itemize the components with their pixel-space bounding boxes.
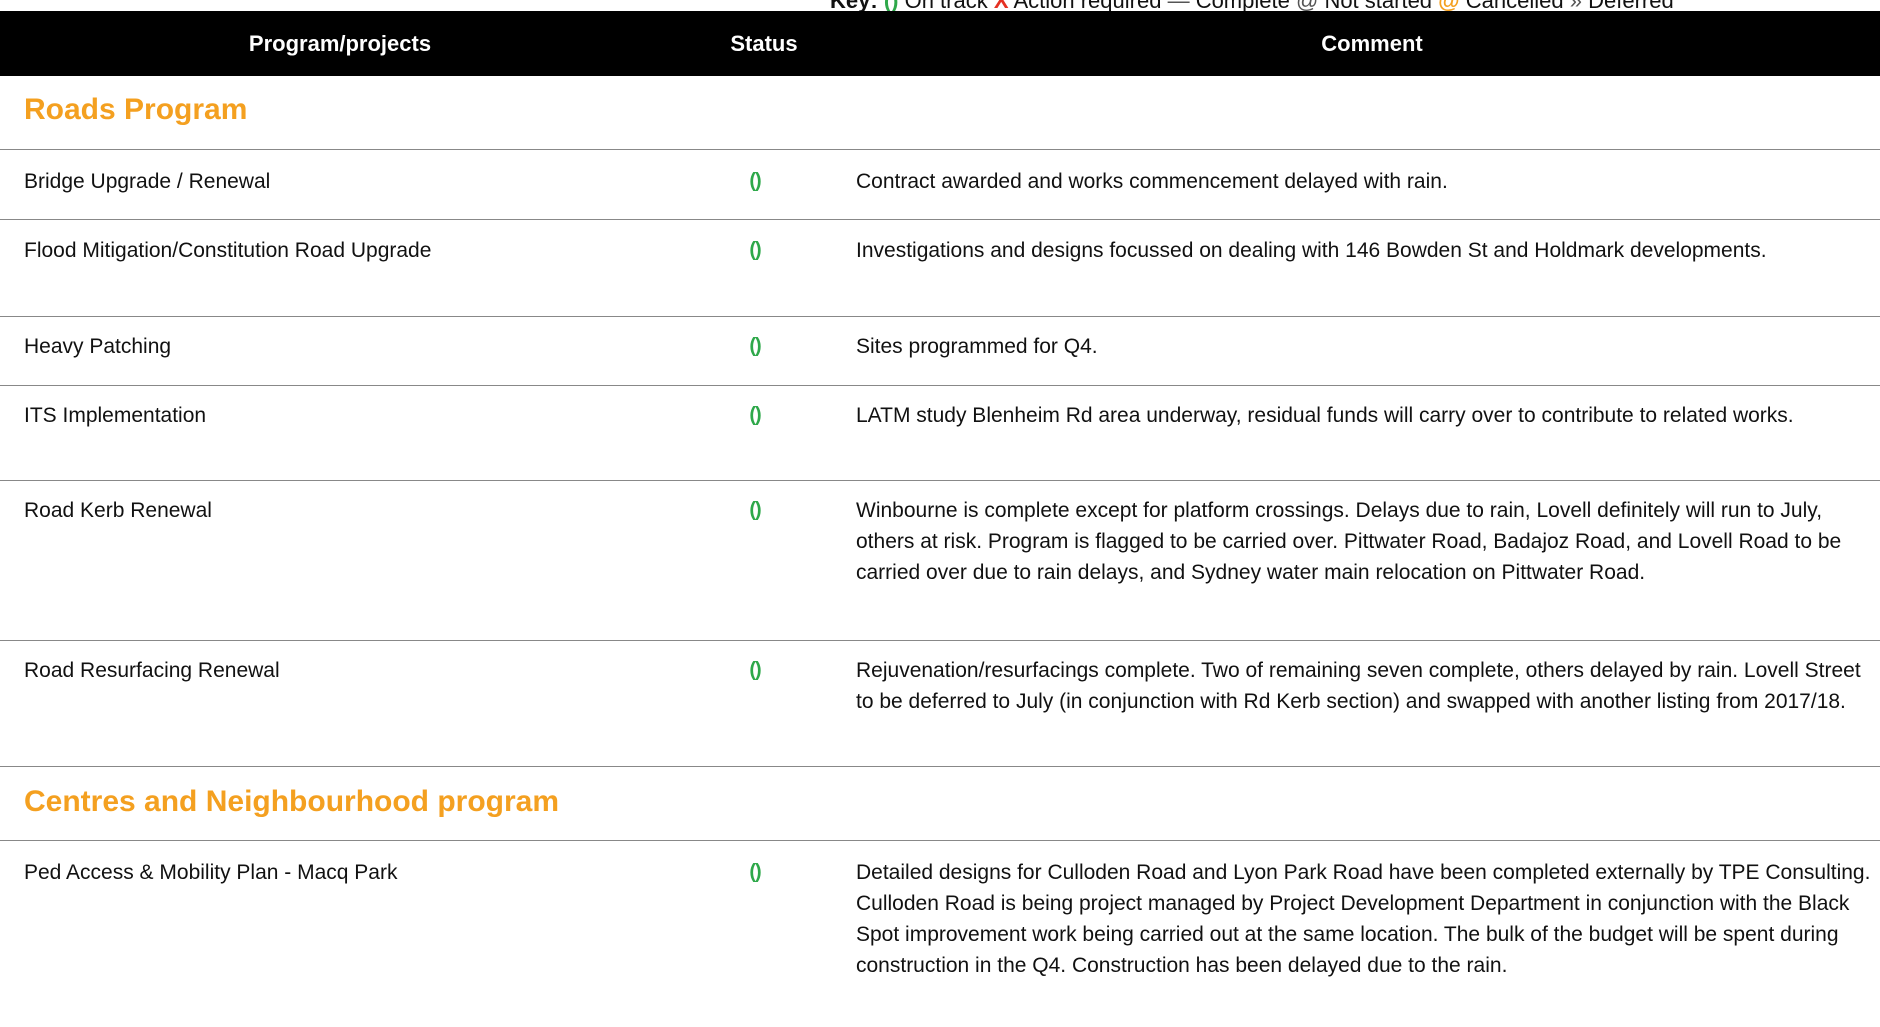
project-comment: Detailed designs for Culloden Road and L… xyxy=(856,861,1871,977)
divider xyxy=(0,840,1880,841)
on-track-icon: () xyxy=(749,659,761,681)
header-status: Status xyxy=(730,31,798,56)
not-started-icon: @ xyxy=(1296,0,1318,11)
key-deferred-label: Deferred xyxy=(1588,0,1674,11)
project-comment: Rejuvenation/resurfacings complete. Two … xyxy=(856,659,1861,713)
table-header: Program/projects Status Comment xyxy=(0,11,1880,76)
project-comment: LATM study Blenheim Rd area underway, re… xyxy=(856,404,1794,427)
project-name: Road Kerb Renewal xyxy=(24,499,212,522)
project-comment: Contract awarded and works commencement … xyxy=(856,170,1448,193)
on-track-icon: () xyxy=(884,0,899,11)
header-program: Program/projects xyxy=(248,31,432,56)
section-title-roads: Roads Program xyxy=(24,93,248,126)
divider xyxy=(0,640,1880,641)
project-name: Bridge Upgrade / Renewal xyxy=(24,170,271,193)
divider xyxy=(0,219,1880,220)
deferred-icon: » xyxy=(1570,0,1582,11)
divider xyxy=(0,766,1880,767)
complete-icon: — xyxy=(1168,0,1190,11)
header-comment: Comment xyxy=(1321,31,1423,56)
key-action-label: Action required xyxy=(1013,0,1161,11)
key-cancelled-label: Cancelled xyxy=(1466,0,1564,11)
cancelled-icon: @ xyxy=(1438,0,1459,11)
status-report-page: Key: () On track X Action required — Com… xyxy=(0,0,1880,1027)
project-name: Road Resurfacing Renewal xyxy=(24,659,280,682)
key-not-started-label: Not started xyxy=(1324,0,1432,11)
status-key-legend: Key: () On track X Action required — Com… xyxy=(830,0,1880,11)
project-name: Flood Mitigation/Constitution Road Upgra… xyxy=(24,239,432,262)
on-track-icon: () xyxy=(749,499,761,521)
key-on-track-label: On track xyxy=(905,0,988,11)
project-comment: Investigations and designs focussed on d… xyxy=(856,239,1767,262)
on-track-icon: () xyxy=(749,239,761,261)
key-complete-label: Complete xyxy=(1196,0,1290,11)
project-name: Ped Access & Mobility Plan - Macq Park xyxy=(24,861,398,884)
project-name: ITS Implementation xyxy=(24,404,207,427)
project-comment: Winbourne is complete except for platfor… xyxy=(856,499,1842,584)
divider xyxy=(0,480,1880,481)
on-track-icon: () xyxy=(749,404,761,426)
on-track-icon: () xyxy=(749,335,761,357)
action-required-icon: X xyxy=(994,0,1009,11)
divider xyxy=(0,385,1880,386)
divider xyxy=(0,316,1880,317)
section-title-centres: Centres and Neighbourhood program xyxy=(24,785,560,818)
project-comment: Sites programmed for Q4. xyxy=(856,335,1098,358)
key-label: Key: xyxy=(830,0,878,11)
divider xyxy=(0,149,1880,150)
on-track-icon: () xyxy=(749,861,761,883)
on-track-icon: () xyxy=(749,170,761,192)
project-name: Heavy Patching xyxy=(24,335,172,358)
